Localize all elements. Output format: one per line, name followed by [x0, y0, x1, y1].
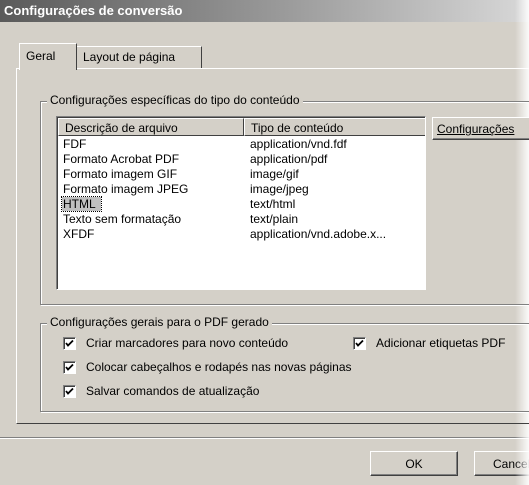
content-settings-button[interactable]: Configurações [432, 117, 529, 140]
list-item-content-type: image/gif [250, 167, 299, 181]
list-item-content-type: image/jpeg [250, 182, 309, 196]
tab-layout-label: Layout de página [83, 50, 176, 64]
checkbox-box[interactable] [63, 385, 76, 398]
list-item-description: Texto sem formatação [63, 212, 182, 226]
ok-button-label: OK [405, 457, 423, 471]
list-item[interactable]: Formato imagem JPEG image/jpeg [59, 182, 425, 197]
list-item-content-type: application/vnd.adobe.x... [250, 227, 387, 241]
list-item-selected[interactable]: HTML text/html [59, 196, 425, 212]
window-title: Configurações de conversão [4, 3, 183, 18]
list-item-content-type: application/pdf [250, 152, 328, 166]
conversion-settings-dialog: Configurações de conversão Geral Layout … [0, 0, 529, 485]
list-item-content-type: application/vnd.fdf [250, 137, 347, 151]
list-item-description: Formato imagem JPEG [63, 182, 189, 196]
list-item[interactable]: XFDF application/vnd.adobe.x... [59, 227, 425, 242]
checkbox-box[interactable] [353, 337, 366, 350]
list-item-content-type: text/html [250, 197, 296, 211]
list-item-description: XFDF [63, 227, 95, 241]
file-type-list[interactable]: Descrição de arquivo Tipo de conteúdo FD… [56, 116, 426, 290]
tab-geral-label: Geral [26, 49, 56, 63]
general-pdf-settings-legend: Configurações gerais para o PDF gerado [47, 315, 272, 329]
check-mark-icon [65, 363, 74, 371]
title-bar[interactable]: Configurações de conversão [0, 0, 529, 22]
column-header-content-type-label: Tipo de conteúdo [251, 121, 344, 135]
column-header-content-type[interactable]: Tipo de conteúdo [244, 118, 425, 136]
content-settings-button-label: Configurações [437, 122, 515, 136]
check-mark-icon [65, 339, 74, 347]
column-header-file-description[interactable]: Descrição de arquivo [58, 118, 244, 136]
check-mark-icon [65, 387, 74, 395]
checkbox-label: Colocar cabeçalhos e rodapés nas novas p… [86, 360, 352, 374]
checkbox-box[interactable] [63, 361, 76, 374]
checkbox-label: Adicionar etiquetas PDF [376, 336, 506, 350]
tab-layout-de-pagina[interactable]: Layout de página [76, 46, 202, 68]
list-item-description: Formato imagem GIF [63, 167, 178, 181]
checkbox-box[interactable] [63, 337, 76, 350]
checkbox-label: Salvar comandos de atualização [86, 384, 260, 398]
list-item[interactable]: FDF application/vnd.fdf [59, 137, 425, 152]
list-item[interactable]: Formato Acrobat PDF application/pdf [59, 152, 425, 167]
check-mark-icon [355, 339, 364, 347]
cancel-button-label: Cancelar [493, 457, 529, 471]
footer-divider [0, 437, 529, 439]
list-item-description: FDF [63, 137, 87, 151]
list-item-content-type: text/plain [250, 212, 299, 226]
content-type-settings-legend: Configurações específicas do tipo do con… [47, 93, 303, 107]
list-item[interactable]: Formato imagem GIF image/gif [59, 167, 425, 182]
list-item-description: Formato Acrobat PDF [63, 152, 180, 166]
column-header-file-description-label: Descrição de arquivo [65, 121, 178, 135]
checkbox-label: Criar marcadores para novo conteúdo [86, 336, 289, 350]
list-item-description: HTML [61, 196, 102, 212]
cancel-button[interactable]: Cancelar [474, 451, 529, 476]
list-item[interactable]: Texto sem formatação text/plain [59, 212, 425, 227]
tab-geral[interactable]: Geral [19, 43, 77, 70]
ok-button[interactable]: OK [370, 451, 458, 476]
